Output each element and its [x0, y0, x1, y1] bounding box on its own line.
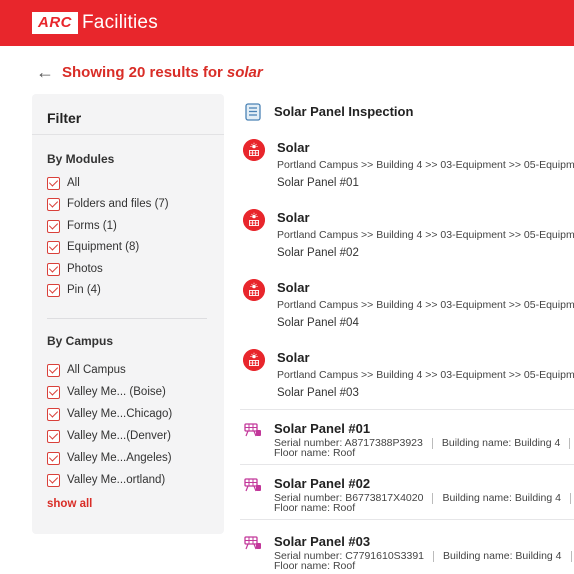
- checkbox-label: Pin (4): [67, 284, 101, 296]
- floor-name: Floor name: Roof: [274, 560, 356, 572]
- result-title: Solar: [277, 210, 310, 225]
- divider: [240, 409, 574, 410]
- filter-panel: Filter By Modules All Folders and files …: [32, 94, 224, 534]
- breadcrumb: Portland Campus >> Building 4 >> 03-Equi…: [277, 299, 574, 311]
- logo-mark: ARC: [32, 12, 78, 34]
- separator: [569, 437, 571, 449]
- breadcrumb: Portland Campus >> Building 4 >> 03-Equi…: [277, 229, 574, 241]
- results-list: Solar Panel Inspection Solar Portland Ca…: [240, 0, 574, 574]
- result-title: Solar Panel #01: [274, 421, 371, 436]
- result-title: Solar: [277, 280, 310, 295]
- campus-filter-los-angeles[interactable]: Valley Me...Angeles): [47, 450, 172, 466]
- checkbox-checked-icon[interactable]: [47, 473, 60, 487]
- building-name: Building name: Building 4: [441, 437, 561, 449]
- checkbox-label: All: [67, 177, 80, 189]
- separator: [431, 437, 433, 449]
- result-title: Solar Panel #02: [274, 476, 371, 491]
- checkbox-label: Valley Me...Chicago): [67, 408, 173, 420]
- checkbox-label: Forms (1): [67, 220, 117, 232]
- divider: [32, 134, 224, 135]
- results-heading: ← Showing 20 results for solar: [36, 62, 263, 82]
- module-filter-all[interactable]: All: [47, 175, 80, 191]
- checkbox-checked-icon[interactable]: [47, 262, 60, 276]
- results-count-text: Showing 20 results for: [62, 63, 223, 81]
- campus-filter-chicago[interactable]: Valley Me...Chicago): [47, 406, 172, 422]
- divider: [240, 464, 574, 465]
- result-title: Solar: [277, 350, 310, 365]
- checkbox-label: Photos: [67, 263, 103, 275]
- show-all-link[interactable]: show all: [47, 498, 92, 510]
- checkbox-label: Equipment (8): [67, 241, 140, 253]
- result-title: Solar Panel #03: [274, 534, 371, 549]
- separator: [569, 492, 571, 504]
- floor-name: Floor name: Roof: [274, 502, 356, 514]
- checkbox-label: Valley Me... (Boise): [67, 386, 166, 398]
- result-subtitle: Solar Panel #03: [277, 387, 359, 399]
- breadcrumb: Portland Campus >> Building 4 >> 03-Equi…: [277, 369, 574, 381]
- checkbox-checked-icon[interactable]: [47, 429, 60, 443]
- solar-panel-equipment-icon: [244, 478, 261, 492]
- solar-pin-icon: [243, 349, 265, 371]
- module-filter-folders[interactable]: Folders and files (7): [47, 196, 169, 212]
- app-logo[interactable]: ARC Facilities: [32, 11, 158, 35]
- checkbox-checked-icon[interactable]: [47, 219, 60, 233]
- checkbox-checked-icon[interactable]: [47, 197, 60, 211]
- breadcrumb: Portland Campus >> Building 4 >> 03-Equi…: [277, 159, 574, 171]
- divider: [47, 318, 207, 319]
- modules-section-title: By Modules: [47, 152, 115, 166]
- separator: [570, 550, 572, 562]
- separator: [432, 492, 434, 504]
- module-filter-forms[interactable]: Forms (1): [47, 218, 117, 234]
- module-filter-equipment[interactable]: Equipment (8): [47, 239, 139, 255]
- module-filter-pin[interactable]: Pin (4): [47, 282, 101, 298]
- campus-filter-all[interactable]: All Campus: [47, 362, 126, 378]
- campus-filter-denver[interactable]: Valley Me...(Denver): [47, 428, 171, 444]
- solar-panel-equipment-icon: [244, 423, 261, 437]
- building-name: Building name: Building 4: [442, 492, 561, 504]
- checkbox-checked-icon[interactable]: [47, 283, 60, 297]
- building-name: Building name: Building 4: [443, 550, 562, 562]
- app-title: Facilities: [82, 12, 158, 33]
- floor-name: Floor name: Roof: [274, 447, 356, 459]
- result-subtitle: Solar Panel #01: [277, 177, 359, 189]
- solar-panel-equipment-icon: [244, 536, 261, 550]
- checkbox-checked-icon[interactable]: [47, 363, 60, 377]
- result-subtitle: Solar Panel #04: [277, 317, 359, 329]
- module-filter-photos[interactable]: Photos: [47, 261, 103, 277]
- checkbox-label: All Campus: [67, 364, 126, 376]
- filter-title: Filter: [47, 110, 82, 126]
- checkbox-label: Folders and files (7): [67, 198, 169, 210]
- checkbox-checked-icon[interactable]: [47, 407, 60, 421]
- checkbox-label: Valley Me...ortland): [67, 474, 166, 486]
- campus-filter-portland[interactable]: Valley Me...ortland): [47, 472, 165, 488]
- checkbox-label: Valley Me...(Denver): [67, 430, 171, 442]
- checkbox-checked-icon[interactable]: [47, 240, 60, 254]
- checkbox-checked-icon[interactable]: [47, 385, 60, 399]
- separator: [433, 550, 435, 562]
- checkbox-label: Valley Me...Angeles): [67, 452, 172, 464]
- divider: [240, 519, 574, 520]
- checkbox-checked-icon[interactable]: [47, 451, 60, 465]
- form-document-icon: [245, 103, 261, 121]
- result-subtitle: Solar Panel #02: [277, 247, 359, 259]
- solar-pin-icon: [243, 209, 265, 231]
- result-title: Solar Panel Inspection: [274, 104, 414, 119]
- solar-pin-icon: [243, 139, 265, 161]
- arrow-left-icon[interactable]: ←: [36, 62, 54, 82]
- campus-filter-boise[interactable]: Valley Me... (Boise): [47, 384, 166, 400]
- checkbox-checked-icon[interactable]: [47, 176, 60, 190]
- campus-section-title: By Campus: [47, 334, 114, 348]
- solar-pin-icon: [243, 279, 265, 301]
- result-title: Solar: [277, 140, 310, 155]
